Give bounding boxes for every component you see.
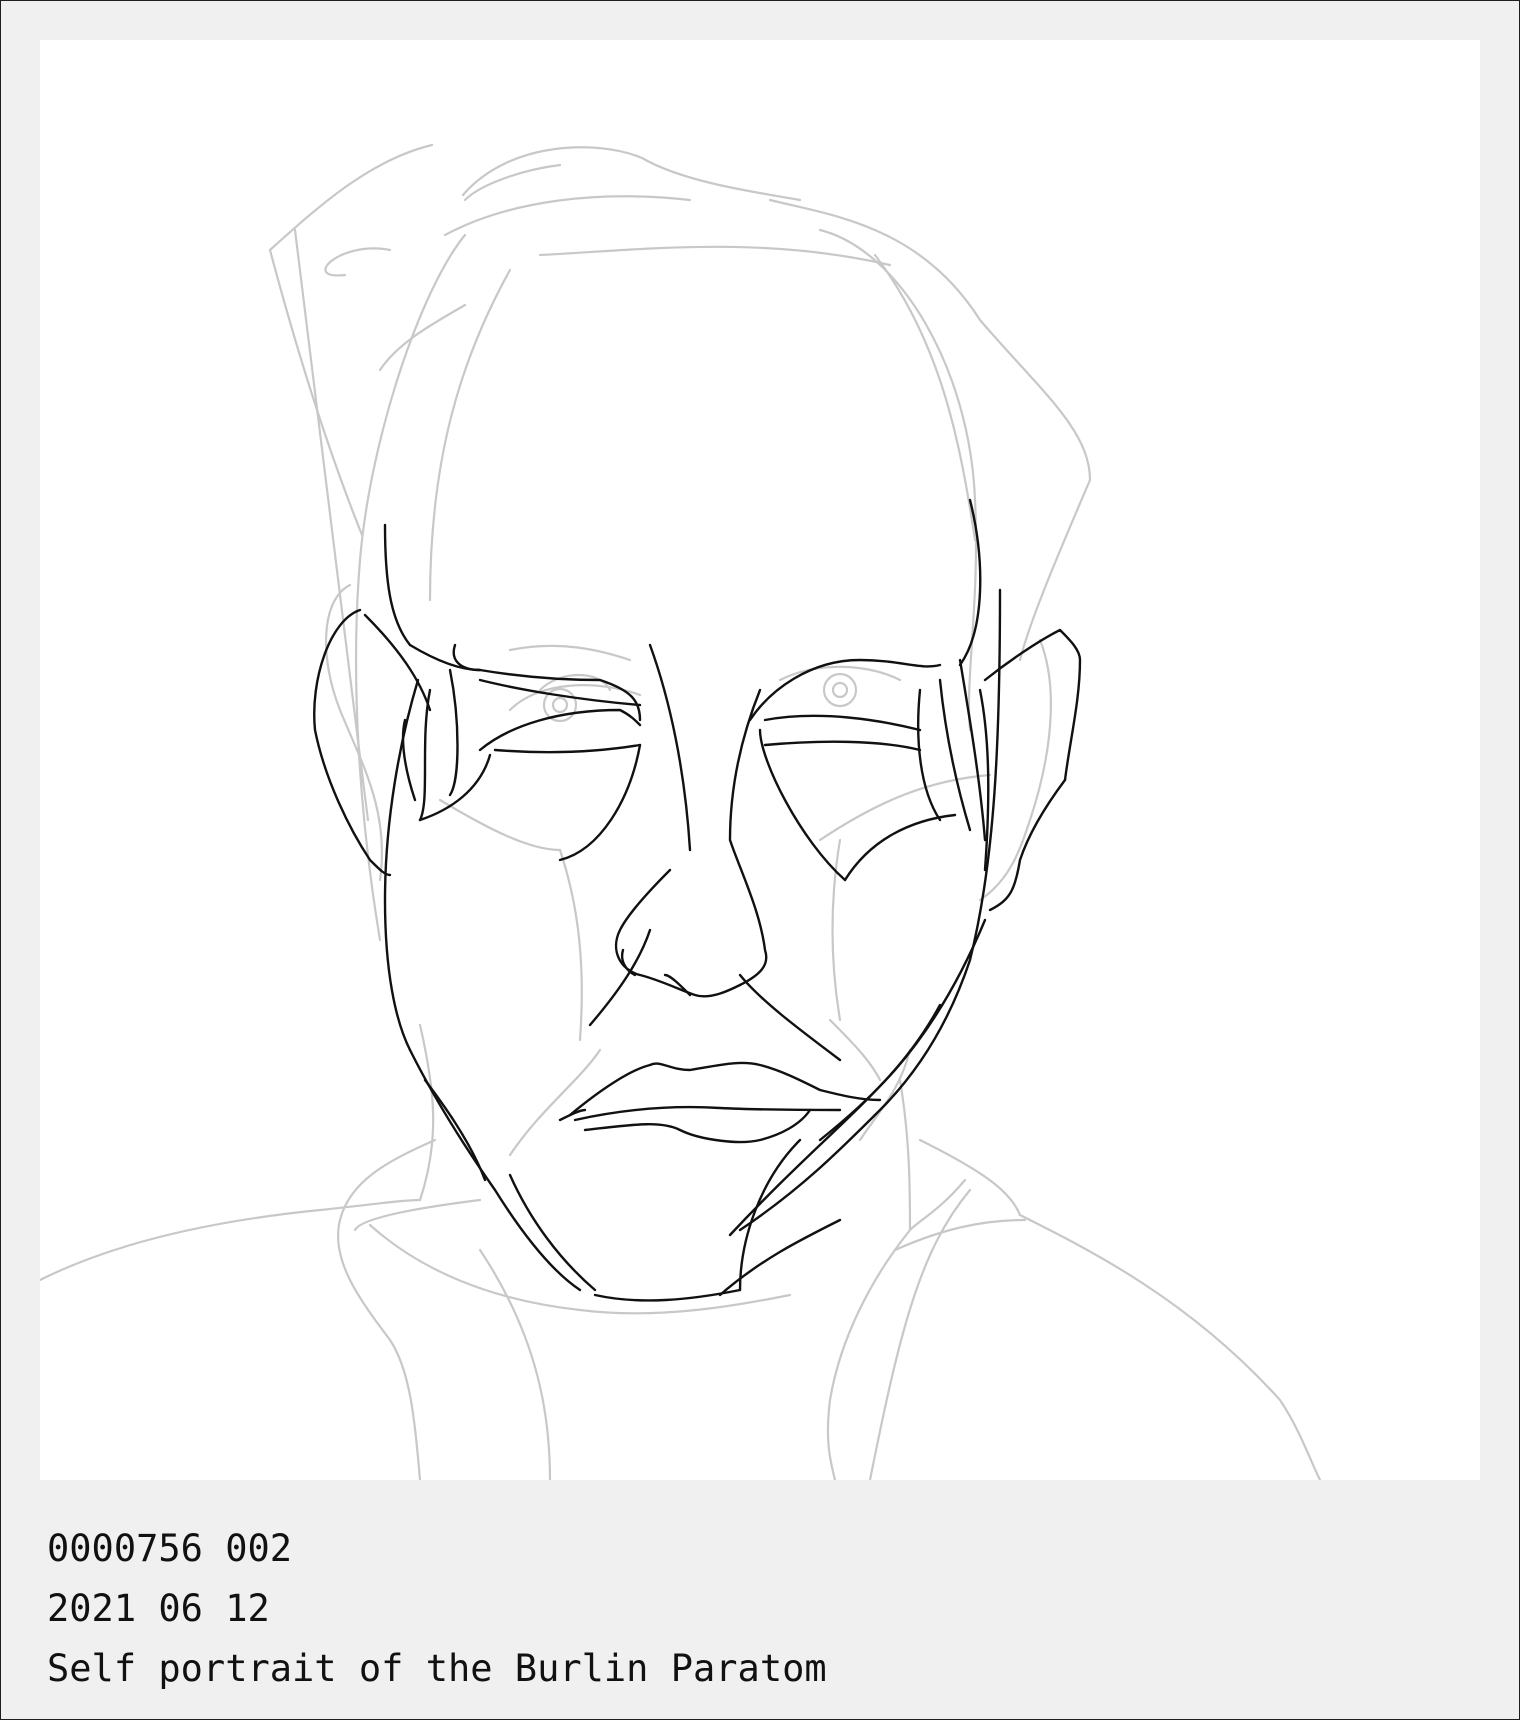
caption-block: 0000756 002 2021 06 12 Self portrait of …: [47, 1519, 827, 1699]
portrait-drawing-icon: [40, 143, 1322, 1480]
sketch-lines: [40, 143, 1322, 1480]
artwork-title: Self portrait of the Burlin Paratom: [47, 1647, 827, 1690]
portrait-canvas: [40, 40, 1480, 1480]
card-frame: 0000756 002 2021 06 12 Self portrait of …: [0, 0, 1520, 1720]
artwork-date: 2021 06 12: [47, 1587, 270, 1630]
artwork-id: 0000756 002: [47, 1527, 293, 1570]
